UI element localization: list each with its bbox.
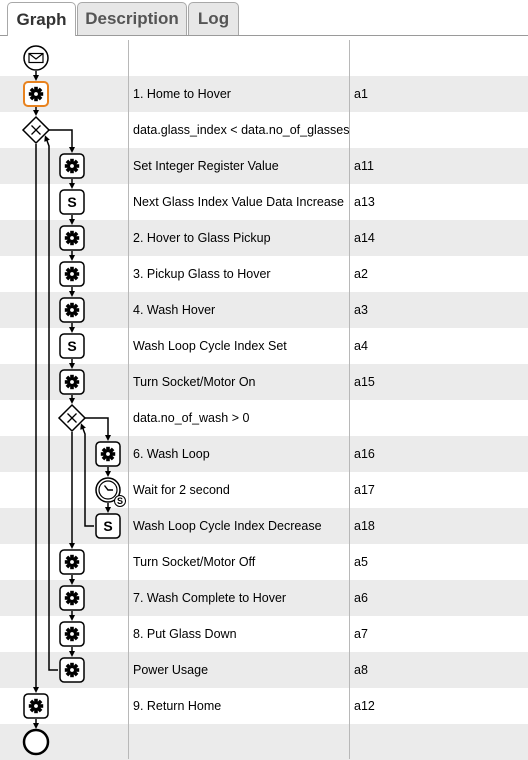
loop-back-flow xyxy=(44,135,58,671)
service-task-node[interactable] xyxy=(59,261,85,287)
script-task-node[interactable]: S xyxy=(95,513,121,539)
gateway-branch-flow xyxy=(48,129,75,153)
script-icon: S xyxy=(67,338,76,354)
gear-icon xyxy=(64,590,80,606)
timer-icon[interactable]: S xyxy=(95,477,126,507)
tab-graph[interactable]: Graph xyxy=(7,2,76,36)
service-task-node[interactable] xyxy=(59,225,85,251)
gear-icon xyxy=(64,662,80,678)
loop-back-flow xyxy=(80,423,94,527)
service-task-node[interactable] xyxy=(59,621,85,647)
service-task-node[interactable] xyxy=(59,369,85,395)
script-task-node[interactable]: S xyxy=(59,189,85,215)
process-graph: S S S S xyxy=(21,45,126,756)
script-icon: S xyxy=(103,518,112,534)
service-task-node[interactable] xyxy=(95,441,121,467)
service-task-node[interactable] xyxy=(59,153,85,179)
gear-icon xyxy=(28,698,44,714)
gear-icon xyxy=(28,86,44,102)
script-badge: S xyxy=(117,496,123,506)
gear-icon xyxy=(64,266,80,282)
service-task-node[interactable] xyxy=(59,657,85,683)
end-event-icon[interactable] xyxy=(22,728,50,756)
service-task-node[interactable] xyxy=(23,81,49,107)
gear-icon xyxy=(64,230,80,246)
service-task-node[interactable] xyxy=(59,585,85,611)
service-task-node[interactable] xyxy=(23,693,49,719)
gear-icon xyxy=(64,158,80,174)
gear-icon xyxy=(100,446,116,462)
mail-start-event-icon[interactable] xyxy=(23,45,49,71)
gear-icon xyxy=(64,554,80,570)
gateway-branch-flow xyxy=(84,417,111,441)
script-task-node[interactable]: S xyxy=(59,333,85,359)
exclusive-gateway-icon[interactable] xyxy=(57,403,87,433)
service-task-node[interactable] xyxy=(59,297,85,323)
gear-icon xyxy=(64,302,80,318)
script-icon: S xyxy=(67,194,76,210)
gear-icon xyxy=(64,626,80,642)
exclusive-gateway-icon[interactable] xyxy=(21,115,51,145)
gear-icon xyxy=(64,374,80,390)
service-task-node[interactable] xyxy=(59,549,85,575)
